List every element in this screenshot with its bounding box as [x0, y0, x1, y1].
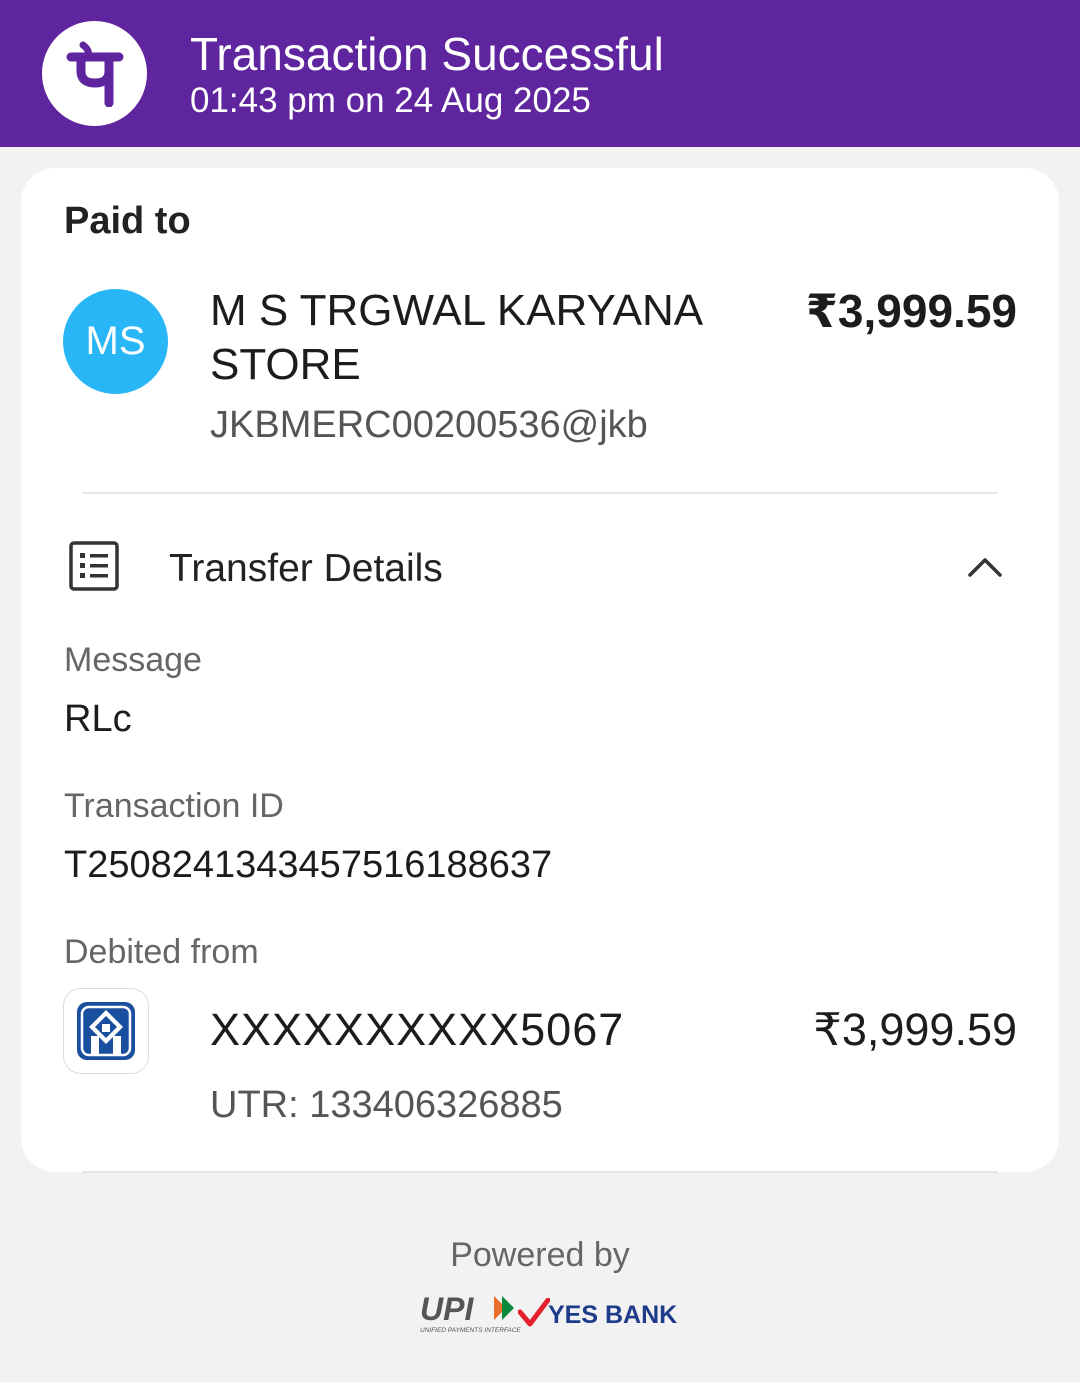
- yes-bank-check-icon: [518, 1298, 550, 1327]
- transfer-details-toggle[interactable]: Transfer Details: [169, 546, 443, 592]
- phonepe-logo-icon: [42, 21, 147, 126]
- avatar-initials: MS: [85, 319, 146, 363]
- upi-tagline: UNIFIED PAYMENTS INTERFACE: [420, 1327, 521, 1334]
- bank-logo-icon: [63, 988, 149, 1074]
- header-bar: Transaction Successful 01:43 pm on 24 Au…: [0, 0, 1080, 147]
- message-value: RLc: [64, 698, 132, 740]
- transaction-card: Paid to MS M S TRGWAL KARYANA STORE ₹3,9…: [21, 168, 1059, 1172]
- avatar: MS: [63, 289, 168, 394]
- merchant-upi-id: JKBMERC00200536@jkb: [210, 404, 648, 446]
- paid-to-label: Paid to: [64, 200, 191, 242]
- debited-from-label: Debited from: [64, 933, 259, 971]
- receipt-list-icon: [68, 540, 120, 592]
- debited-account-number: XXXXXXXXXX5067: [210, 1004, 625, 1055]
- upi-logo-text: UPI: [420, 1292, 474, 1327]
- yes-bank-logo-text: YES BANK: [548, 1301, 678, 1329]
- paid-amount: ₹3,999.59: [805, 285, 1017, 337]
- powered-by-label: Powered by: [450, 1236, 630, 1274]
- merchant-name: M S TRGWAL KARYANA STORE: [210, 286, 701, 389]
- divider: [82, 1171, 998, 1173]
- debited-amount: ₹3,999.59: [813, 1004, 1017, 1055]
- utr-number: UTR: 133406326885: [210, 1084, 563, 1126]
- transaction-id-value: T2508241343457516188637: [64, 844, 553, 886]
- chevron-up-icon[interactable]: [965, 548, 1005, 588]
- message-label: Message: [64, 641, 202, 679]
- transaction-datetime: 01:43 pm on 24 Aug 2025: [190, 81, 591, 120]
- transaction-id-label: Transaction ID: [64, 787, 284, 825]
- divider: [82, 492, 998, 494]
- header-title: Transaction Successful: [190, 28, 664, 80]
